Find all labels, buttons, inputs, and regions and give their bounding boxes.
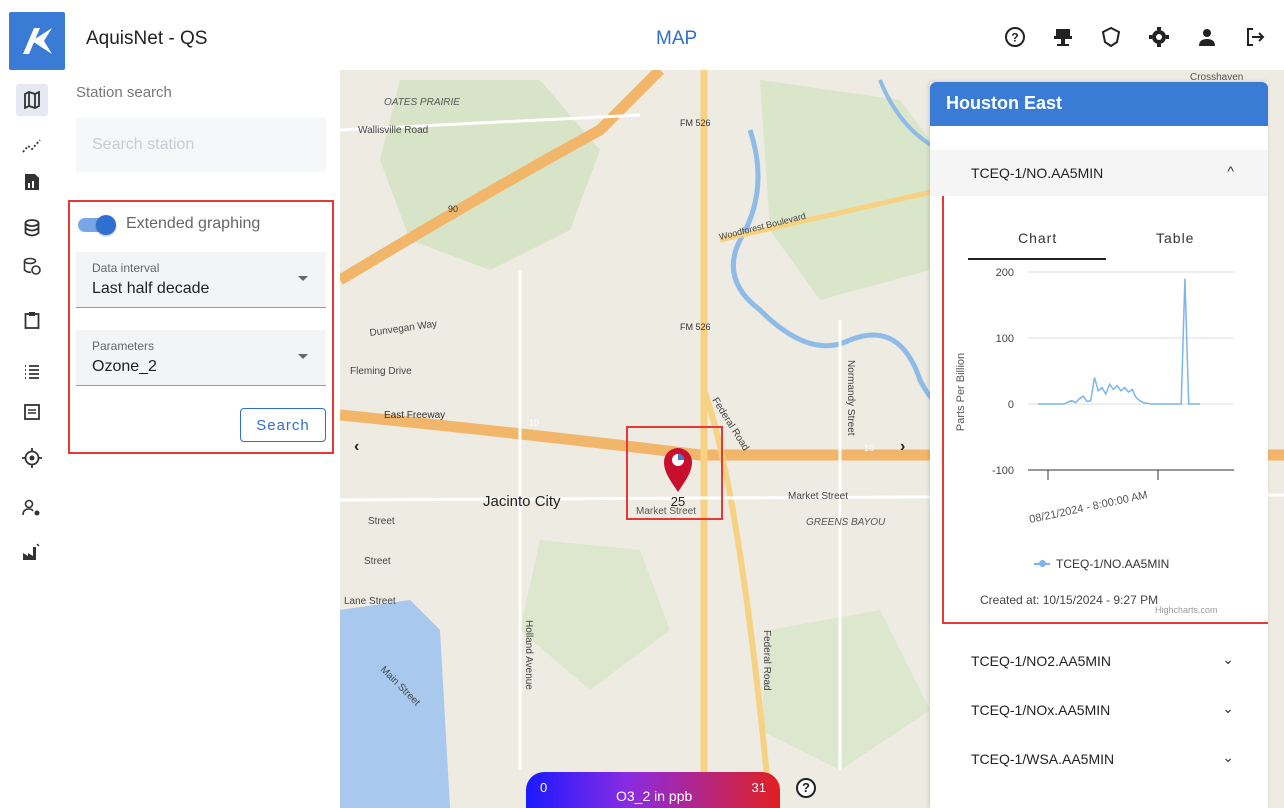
clipboard-icon[interactable]	[16, 304, 48, 336]
color-scale-bar: 0 O3_2 in ppb 31	[526, 772, 780, 808]
app-title: AquisNet - QS	[86, 28, 208, 49]
map-label: FM 526	[680, 322, 711, 332]
accordion-label: TCEQ-1/NO2.AA5MIN	[971, 653, 1112, 669]
line-chart: Parts Per Billion 200 100 0 -100 08/21/2024…	[955, 267, 1234, 526]
data-interval-select[interactable]: Data interval Last half decade	[76, 252, 326, 308]
created-at: Created at: 10/15/2024 - 9:27 PM	[980, 593, 1159, 607]
list-icon[interactable]	[16, 356, 48, 388]
station-icon[interactable]	[1050, 24, 1076, 50]
chevron-left-icon[interactable]: ‹	[354, 438, 359, 456]
series-line	[1038, 278, 1200, 405]
settings-icon[interactable]	[1146, 24, 1172, 50]
accordion-no[interactable]: TCEQ-1/NO.AA5MIN ^	[930, 150, 1268, 196]
map-label: Street	[364, 556, 391, 567]
station-search-panel: Station search Extended graphing Data in…	[68, 80, 340, 808]
map-icon[interactable]	[16, 84, 48, 116]
top-bar: AquisNet - QS MAP ?	[0, 0, 1284, 80]
tab-chart[interactable]: Chart	[1018, 230, 1057, 246]
database-icon[interactable]	[16, 212, 48, 244]
map-label: Market Street	[788, 491, 848, 502]
y-tick-label: 200	[996, 267, 1014, 279]
page-title: MAP	[656, 28, 698, 49]
lake	[340, 600, 450, 808]
app-logo[interactable]	[9, 12, 65, 70]
y-axis-label: Parts Per Billion	[955, 353, 967, 431]
map-label: Lane Street	[344, 596, 396, 607]
station-name: Houston East	[946, 93, 1063, 113]
chevron-down-icon	[298, 276, 308, 281]
map-label: 90	[448, 204, 458, 214]
parameters-select[interactable]: Parameters Ozone_2	[76, 330, 326, 386]
side-rail	[0, 80, 68, 808]
parameters-value: Ozone_2	[92, 358, 157, 375]
map-label: 10	[529, 418, 539, 428]
user-icon[interactable]	[1194, 24, 1220, 50]
legend-marker	[1039, 560, 1046, 567]
chevron-down-icon: ⌄	[1222, 749, 1234, 765]
extended-graphing-label: Extended graphing	[126, 215, 261, 232]
factory-icon[interactable]	[16, 536, 48, 568]
map-label: 10	[864, 443, 874, 453]
logout-icon[interactable]	[1242, 24, 1268, 50]
database-history-icon[interactable]	[16, 250, 48, 282]
station-search-label: Station search	[76, 84, 172, 101]
map-label: Wallisville Road	[358, 125, 428, 136]
map-label: Holland Avenue	[523, 620, 534, 690]
target-icon[interactable]	[16, 442, 48, 474]
accordion-label: TCEQ-1/NOx.AA5MIN	[971, 702, 1111, 718]
accordion-nox[interactable]: TCEQ-1/NOx.AA5MIN ⌄	[930, 687, 1268, 733]
scale-max: 31	[751, 780, 766, 795]
svg-text:?: ?	[1011, 31, 1018, 45]
map-label: East Freeway	[384, 410, 445, 421]
parameters-label: Parameters	[92, 339, 155, 353]
top-icon-bar: ?	[1002, 24, 1268, 50]
scale-label: O3_2 in ppb	[616, 788, 693, 804]
map-label: Fleming Drive	[350, 366, 412, 377]
map-label: Street	[368, 516, 395, 527]
shield-icon[interactable]	[1098, 24, 1124, 50]
accordion-label: TCEQ-1/NO.AA5MIN	[971, 165, 1104, 181]
legend-item[interactable]: TCEQ-1/NO.AA5MIN	[1056, 557, 1169, 571]
station-detail-panel: Houston East TCEQ-1/NO.AA5MIN ^ Chart Ta…	[930, 82, 1268, 808]
station-search-input[interactable]	[76, 118, 326, 172]
chevron-down-icon: ⌄	[1222, 651, 1234, 667]
map-label: GREENS BAYOU	[806, 517, 886, 528]
tab-table[interactable]: Table	[1156, 230, 1194, 246]
accordion-wsa[interactable]: TCEQ-1/WSA.AA5MIN ⌄	[930, 736, 1268, 782]
help-icon[interactable]: ?	[796, 778, 816, 798]
map-label: FM 526	[680, 118, 711, 128]
y-tick-label: -100	[992, 465, 1014, 477]
help-icon[interactable]: ?	[1002, 24, 1028, 50]
chevron-up-icon: ^	[1227, 163, 1234, 179]
map-label: Market Street	[636, 506, 696, 517]
chevron-down-icon	[298, 354, 308, 359]
user-settings-icon[interactable]	[16, 492, 48, 524]
data-interval-label: Data interval	[92, 261, 160, 275]
trend-icon[interactable]	[16, 130, 48, 162]
map-label: OATES PRAIRIE	[384, 97, 460, 108]
extended-graphing-toggle[interactable]	[78, 214, 116, 235]
accordion-label: TCEQ-1/WSA.AA5MIN	[971, 751, 1115, 767]
marker-value: 25	[671, 494, 685, 509]
map-label: Federal Road	[761, 630, 772, 691]
data-interval-value: Last half decade	[92, 280, 210, 297]
chevron-down-icon: ⌄	[1222, 700, 1234, 716]
x-tick-label: 08/21/2024 - 8:00:00 AM	[1028, 489, 1148, 526]
chevron-right-icon[interactable]: ›	[900, 438, 905, 456]
y-tick-label: 100	[996, 333, 1014, 345]
report-icon[interactable]	[16, 166, 48, 198]
y-tick-label: 0	[1008, 399, 1014, 411]
map-label: Jacinto City	[483, 493, 561, 510]
chart-credit[interactable]: Highcharts.com	[1155, 605, 1218, 615]
scale-min: 0	[540, 780, 548, 795]
station-header: Houston East	[930, 82, 1268, 126]
document-icon[interactable]	[16, 396, 48, 428]
map-label: Normandy Street	[845, 360, 856, 436]
active-tab-indicator	[968, 258, 1106, 260]
accordion-no2[interactable]: TCEQ-1/NO2.AA5MIN ⌄	[930, 638, 1268, 684]
search-button[interactable]: Search	[240, 408, 326, 442]
